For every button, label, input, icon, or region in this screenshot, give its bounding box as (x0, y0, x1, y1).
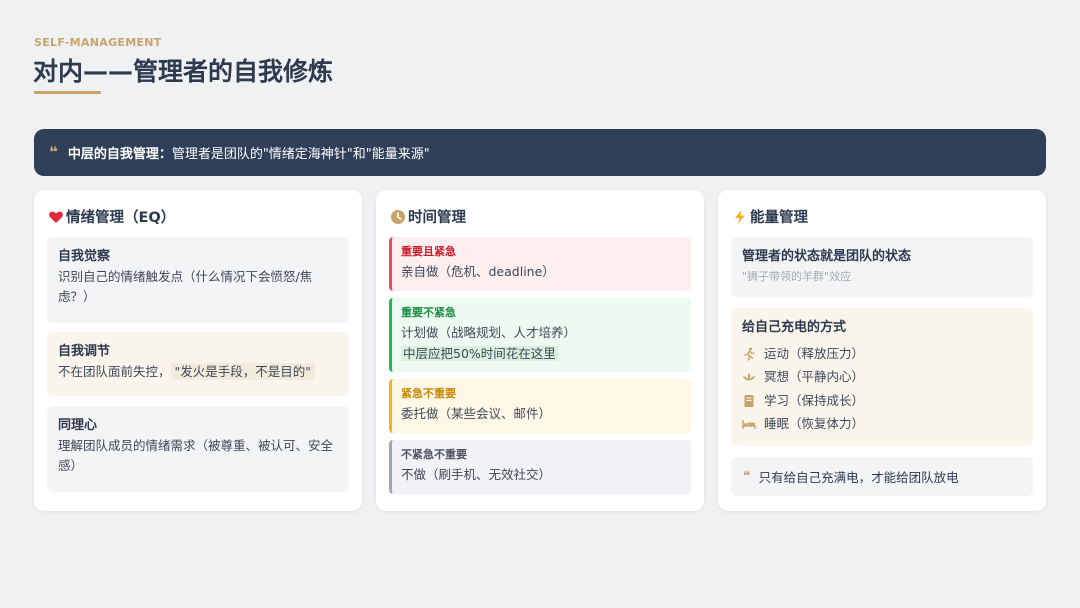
banner-lead: 中层的自我管理： (67, 147, 172, 162)
self-regulation-desc-text: 不在团队面前失控， (58, 364, 171, 379)
quadrant-note: 中层应把50%时间花在这里 (401, 343, 681, 364)
title-underline (34, 91, 101, 94)
quadrant-label: 紧急不重要 (401, 387, 456, 400)
quadrant-not-urgent-not-important: 不紧急不重要 不做（刷手机、无效社交） (389, 440, 691, 494)
emotion-card: 情绪管理（EQ） 自我觉察 识别自己的情绪触发点（什么情况下会愤怒/焦虑？） 自… (34, 190, 362, 511)
energy-card-title: 能量管理 (750, 210, 808, 226)
lightning-icon (732, 209, 748, 225)
quadrant-desc: 亲自做（危机、deadline） (401, 264, 555, 279)
self-awareness-title: 自我觉察 (58, 249, 111, 264)
emotion-card-header: 情绪管理（EQ） (48, 206, 175, 227)
quadrant-label: 重要且紧急 (401, 245, 456, 258)
self-awareness-box: 自我觉察 识别自己的情绪触发点（什么情况下会愤怒/焦虑？） (47, 237, 349, 323)
time-card: 时间管理 重要且紧急 亲自做（危机、deadline） 重要不紧急 计划做（战略… (376, 190, 704, 511)
quote-icon: ❝ (743, 469, 751, 484)
quadrant-urgent-important: 重要且紧急 亲自做（危机、deadline） (389, 237, 691, 291)
energy-quote: ❝ 只有给自己充满电，才能给团队放电 (731, 457, 1033, 496)
summary-banner: ❝ 中层的自我管理： 管理者是团队的"情绪定海神针"和"能量来源" (34, 129, 1046, 176)
self-regulation-desc: 不在团队面前失控， "发火是手段，不是目的" (58, 362, 338, 382)
quadrant-label: 重要不紧急 (401, 306, 456, 319)
emotion-card-title: 情绪管理（EQ） (66, 210, 176, 226)
quadrant-important-not-urgent: 重要不紧急 计划做（战略规划、人才培养） 中层应把50%时间花在这里 (389, 298, 691, 372)
empathy-title: 同理心 (58, 418, 98, 433)
recharge-item: 运动（释放压力） (742, 342, 1022, 366)
recharge-title: 给自己充电的方式 (742, 320, 847, 335)
energy-quote-text: 只有给自己充满电，才能给团队放电 (758, 470, 959, 485)
recharge-label: 学习（保持成长） (764, 392, 865, 408)
recharge-label: 运动（释放压力） (764, 345, 865, 361)
recharge-label: 睡眠（恢复体力） (764, 416, 865, 432)
running-icon (742, 347, 756, 361)
quadrant-desc: 不做（刷手机、无效社交） (401, 467, 552, 482)
banner-text: 管理者是团队的"情绪定海神针"和"能量来源" (171, 147, 430, 162)
state-title: 管理者的状态就是团队的状态 (742, 249, 912, 264)
eyebrow-label: SELF-MANAGEMENT (34, 36, 162, 49)
time-card-title: 时间管理 (408, 210, 466, 226)
heart-icon (48, 209, 64, 225)
empathy-box: 同理心 理解团队成员的情绪需求（被尊重、被认可、安全感） (47, 406, 349, 492)
recharge-label: 冥想（平静内心） (764, 369, 865, 385)
quadrant-desc: 计划做（战略规划、人才培养） (401, 325, 577, 340)
self-regulation-highlight: "发火是手段，不是目的" (170, 363, 316, 380)
recharge-item: 冥想（平静内心） (742, 366, 1022, 390)
self-regulation-title: 自我调节 (58, 344, 111, 359)
energy-card-header: 能量管理 (732, 206, 808, 227)
lotus-icon (742, 370, 756, 384)
slide: SELF-MANAGEMENT 对内——管理者的自我修炼 ❝ 中层的自我管理： … (0, 0, 1080, 608)
clock-icon (390, 209, 406, 225)
page-title: 对内——管理者的自我修炼 (33, 57, 334, 86)
state-box: 管理者的状态就是团队的状态 "狮子带领的羊群"效应 (731, 237, 1033, 297)
state-subtitle: "狮子带领的羊群"效应 (742, 270, 852, 283)
quadrant-note-text: 中层应把50%时间花在这里 (401, 346, 558, 361)
quote-icon: ❝ (49, 143, 58, 161)
book-icon (742, 394, 756, 408)
self-awareness-desc: 识别自己的情绪触发点（什么情况下会愤怒/焦虑？） (58, 269, 313, 304)
time-card-header: 时间管理 (390, 206, 466, 227)
energy-card: 能量管理 管理者的状态就是团队的状态 "狮子带领的羊群"效应 给自己充电的方式 … (718, 190, 1046, 511)
quadrant-label: 不紧急不重要 (401, 448, 467, 461)
quadrant-urgent-not-important: 紧急不重要 委托做（某些会议、邮件） (389, 379, 691, 433)
quadrant-desc: 委托做（某些会议、邮件） (401, 406, 552, 421)
self-regulation-box: 自我调节 不在团队面前失控， "发火是手段，不是目的" (47, 332, 349, 396)
bed-icon (742, 417, 756, 431)
empathy-desc: 理解团队成员的情绪需求（被尊重、被认可、安全感） (58, 438, 334, 473)
recharge-item: 睡眠（恢复体力） (742, 413, 1022, 437)
recharge-box: 给自己充电的方式 运动（释放压力） 冥想（平静内心） 学习（保持成长） 睡眠（恢… (731, 308, 1033, 446)
recharge-item: 学习（保持成长） (742, 389, 1022, 413)
